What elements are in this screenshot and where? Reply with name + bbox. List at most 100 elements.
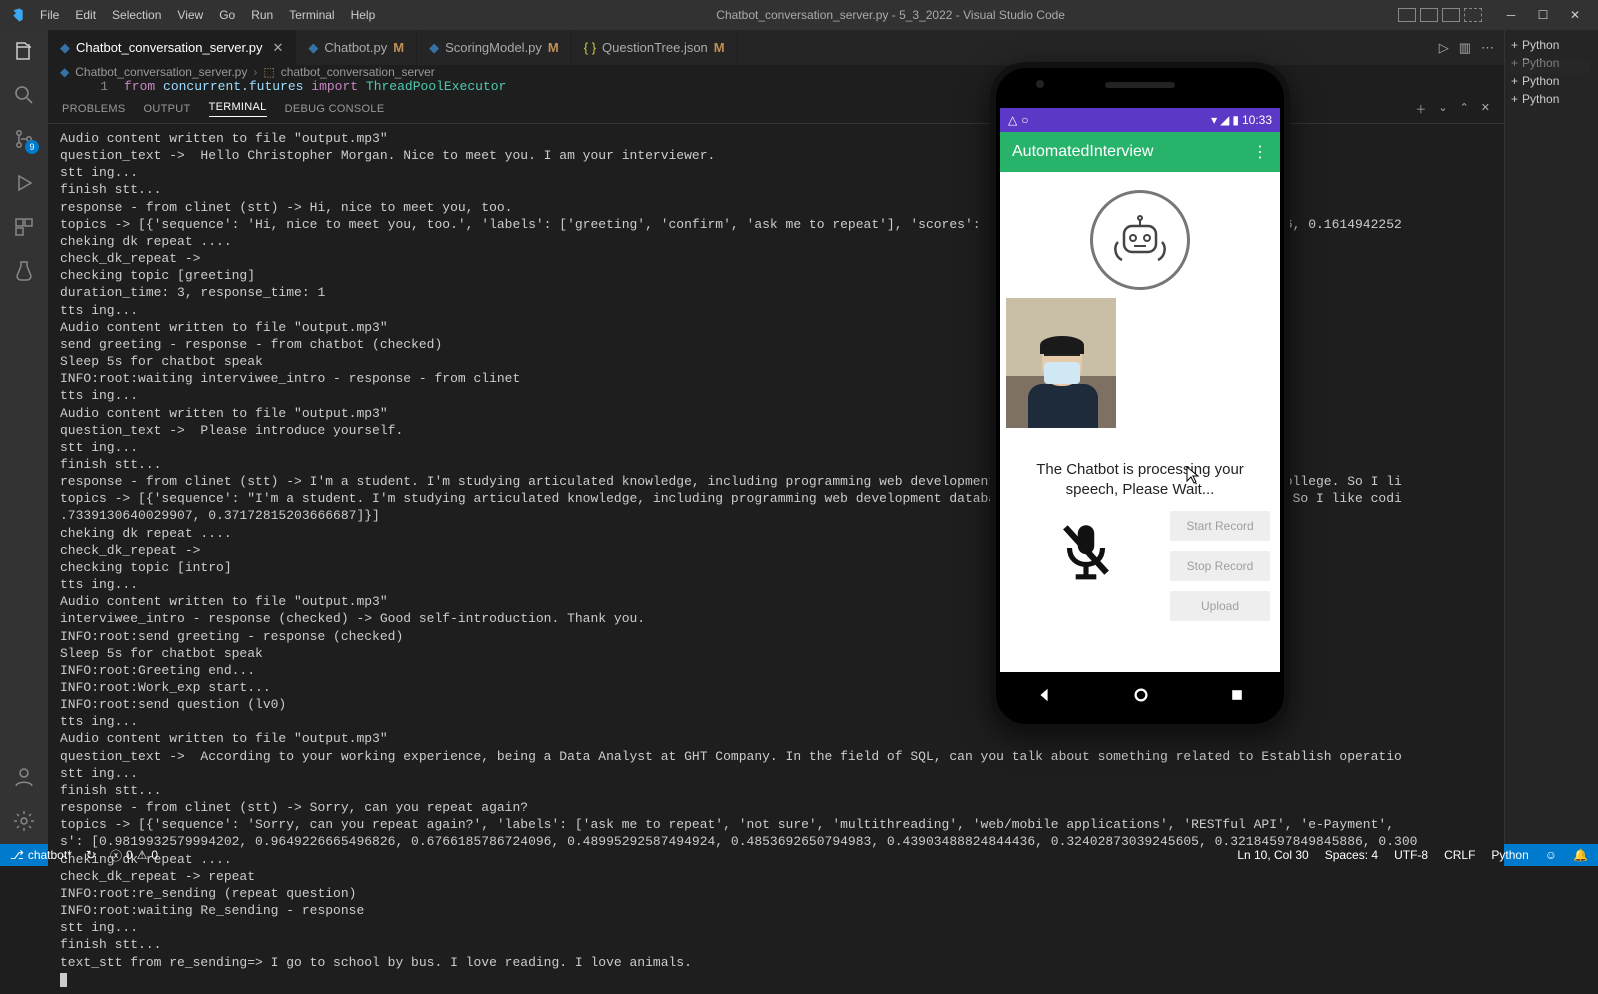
split-editor-icon[interactable]: ▥ bbox=[1459, 40, 1471, 56]
breadcrumb[interactable]: ◆ Chatbot_conversation_server.py › ⬚ cha… bbox=[48, 65, 1504, 79]
panel-tab-terminal[interactable]: TERMINAL bbox=[209, 101, 267, 117]
chevron-down-icon[interactable]: ⌄ bbox=[1438, 101, 1447, 117]
warning-triangle-icon: △ bbox=[1008, 113, 1017, 127]
panel-tab-output[interactable]: OUTPUT bbox=[144, 103, 191, 115]
menu-help[interactable]: Help bbox=[343, 8, 384, 22]
menu-run[interactable]: Run bbox=[243, 8, 281, 22]
class-name: ThreadPoolExecutor bbox=[366, 79, 506, 94]
status-ln-col[interactable]: Ln 10, Col 30 bbox=[1237, 848, 1308, 862]
status-encoding[interactable]: UTF-8 bbox=[1394, 848, 1428, 862]
minimize-button[interactable]: ─ bbox=[1496, 4, 1526, 26]
android-nav-bar bbox=[996, 680, 1284, 710]
status-problems[interactable]: ⓧ0 ⚠0 bbox=[110, 847, 158, 864]
layout-icon[interactable] bbox=[1398, 8, 1416, 22]
tab-chatbot[interactable]: ◆ Chatbot.py M bbox=[296, 30, 417, 65]
identifier: concurrent.futures bbox=[163, 79, 303, 94]
close-button[interactable]: ✕ bbox=[1560, 4, 1590, 26]
run-debug-icon[interactable] bbox=[11, 170, 37, 196]
tab-chatbot-server[interactable]: ◆ Chatbot_conversation_server.py ✕ bbox=[48, 30, 296, 65]
nav-recents-icon[interactable] bbox=[1229, 687, 1245, 703]
tab-label: ScoringModel.py bbox=[445, 40, 542, 55]
app-bar: AutomatedInterview ⋮ bbox=[1000, 132, 1280, 172]
settings-gear-icon[interactable] bbox=[11, 808, 37, 834]
error-icon: ⓧ bbox=[110, 847, 122, 864]
tab-close-icon[interactable]: ✕ bbox=[272, 40, 283, 56]
overflow-menu-icon[interactable]: ⋮ bbox=[1252, 142, 1268, 162]
terminal-item[interactable]: +Python bbox=[1509, 90, 1594, 108]
tab-label: Chatbot.py bbox=[324, 40, 387, 55]
json-file-icon: { } bbox=[584, 40, 596, 55]
keyword: from bbox=[124, 79, 155, 94]
maximize-button[interactable]: ☐ bbox=[1528, 4, 1558, 26]
terminal-label: Python bbox=[1522, 38, 1559, 52]
python-file-icon: ◆ bbox=[308, 40, 318, 56]
activity-bar: 9 bbox=[0, 30, 48, 844]
phone-speaker-icon bbox=[1105, 82, 1175, 88]
stop-record-button[interactable]: Stop Record bbox=[1170, 551, 1270, 581]
menu-selection[interactable]: Selection bbox=[104, 8, 169, 22]
terminal-list: +Python +Python +Python +Python bbox=[1504, 30, 1598, 844]
upload-button[interactable]: Upload bbox=[1170, 591, 1270, 621]
modified-dot-icon: M bbox=[548, 40, 559, 55]
processing-status-text: The Chatbot is processing your speech, P… bbox=[1006, 460, 1274, 499]
breadcrumb-file[interactable]: Chatbot_conversation_server.py bbox=[75, 65, 247, 79]
breadcrumb-symbol[interactable]: chatbot_conversation_server bbox=[281, 65, 435, 79]
maximize-panel-icon[interactable]: ⌃ bbox=[1460, 101, 1469, 117]
menu-go[interactable]: Go bbox=[211, 8, 243, 22]
status-sync[interactable]: ↻ bbox=[86, 848, 96, 862]
panel-tab-problems[interactable]: PROBLEMS bbox=[62, 103, 126, 115]
account-icon[interactable] bbox=[11, 764, 37, 790]
nav-back-icon[interactable] bbox=[1035, 686, 1053, 704]
layout-icon[interactable] bbox=[1442, 8, 1460, 22]
warning-icon: ⚠ bbox=[137, 848, 148, 862]
status-feedback-icon[interactable]: ☺ bbox=[1545, 848, 1557, 862]
tab-questiontree[interactable]: { } QuestionTree.json M bbox=[572, 30, 738, 65]
android-emulator: △ ○ ▾ ◢ ▮ 10:33 AutomatedInterview ⋮ bbox=[990, 62, 1290, 730]
terminal-item[interactable]: + Python bbox=[1509, 36, 1594, 54]
menu-file[interactable]: File bbox=[32, 8, 67, 22]
extensions-icon[interactable] bbox=[11, 214, 37, 240]
python-file-icon: ◆ bbox=[60, 65, 69, 79]
clock-text: 10:33 bbox=[1242, 113, 1272, 127]
titlebar: File Edit Selection View Go Run Terminal… bbox=[0, 0, 1598, 30]
close-panel-icon[interactable]: ✕ bbox=[1481, 101, 1490, 117]
nav-home-icon[interactable] bbox=[1132, 686, 1150, 704]
app-title: AutomatedInterview bbox=[1012, 143, 1153, 161]
mic-muted-icon bbox=[1053, 511, 1119, 592]
terminal-item[interactable]: +Python bbox=[1509, 72, 1594, 90]
explorer-icon[interactable] bbox=[11, 38, 37, 64]
wifi-icon: ▾ bbox=[1211, 113, 1217, 127]
status-spaces[interactable]: Spaces: 4 bbox=[1325, 848, 1378, 862]
plus-icon: + bbox=[1511, 74, 1518, 88]
layout-icon[interactable] bbox=[1420, 8, 1438, 22]
run-file-icon[interactable]: ▷ bbox=[1439, 40, 1449, 56]
window-title: Chatbot_conversation_server.py - 5_3_202… bbox=[383, 8, 1398, 22]
status-language[interactable]: Python bbox=[1491, 848, 1528, 862]
android-status-bar: △ ○ ▾ ◢ ▮ 10:33 bbox=[1000, 108, 1280, 132]
layout-controls[interactable] bbox=[1398, 8, 1482, 22]
source-control-icon[interactable]: 9 bbox=[11, 126, 37, 152]
tab-label: QuestionTree.json bbox=[602, 40, 708, 55]
python-file-icon: ◆ bbox=[429, 40, 439, 56]
minimap[interactable] bbox=[1510, 60, 1590, 74]
status-eol[interactable]: CRLF bbox=[1444, 848, 1475, 862]
plus-icon: + bbox=[1511, 38, 1518, 52]
chevron-right-icon: › bbox=[253, 65, 257, 79]
layout-icon[interactable] bbox=[1464, 8, 1482, 22]
menu-edit[interactable]: Edit bbox=[67, 8, 104, 22]
menu-view[interactable]: View bbox=[169, 8, 211, 22]
testing-icon[interactable] bbox=[11, 258, 37, 284]
panel-tab-debug-console[interactable]: DEBUG CONSOLE bbox=[285, 103, 385, 115]
menu-terminal[interactable]: Terminal bbox=[281, 8, 342, 22]
tab-scoringmodel[interactable]: ◆ ScoringModel.py M bbox=[417, 30, 572, 65]
search-icon[interactable] bbox=[11, 82, 37, 108]
start-record-button[interactable]: Start Record bbox=[1170, 511, 1270, 541]
new-terminal-icon[interactable]: ＋ bbox=[1415, 101, 1426, 117]
python-file-icon: ◆ bbox=[60, 40, 70, 56]
camera-preview bbox=[1006, 298, 1116, 428]
battery-icon: ▮ bbox=[1232, 113, 1239, 127]
status-branch[interactable]: ⎇chatbot* bbox=[10, 848, 72, 862]
more-actions-icon[interactable]: ⋯ bbox=[1481, 40, 1494, 56]
symbol-icon: ⬚ bbox=[263, 65, 274, 79]
status-notifications-icon[interactable]: 🔔 bbox=[1573, 848, 1588, 862]
